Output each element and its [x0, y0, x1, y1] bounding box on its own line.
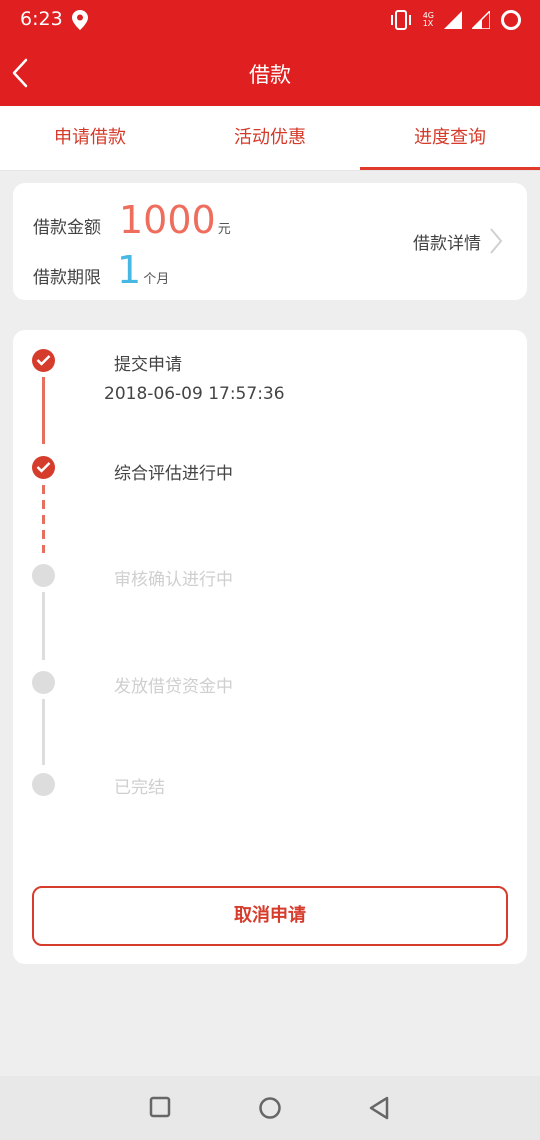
- network-type-bottom: 1X: [422, 19, 434, 28]
- step-evaluation-label: 综合评估进行中: [114, 464, 233, 484]
- tab-apply-loan[interactable]: 申请借款: [0, 106, 180, 170]
- tab-bar: 申请借款 活动优惠 进度查询: [0, 106, 540, 170]
- loan-term-value: 1: [117, 248, 142, 292]
- status-bar: 6:23 4G 1X: [0, 0, 540, 40]
- step-connector-dashed: [42, 485, 45, 553]
- step-submit-label: 提交申请: [114, 355, 182, 375]
- chevron-right-icon: [490, 228, 503, 254]
- step-pending-dot: [32, 671, 55, 694]
- vibrate-icon: [390, 10, 411, 30]
- status-time: 6:23: [20, 8, 63, 30]
- step-connector: [42, 377, 45, 444]
- loan-amount-row: 借款金额 1000 元: [33, 201, 231, 239]
- step-pending-dot: [32, 564, 55, 587]
- step-pending-dot: [32, 773, 55, 796]
- page-title: 借款: [249, 63, 291, 87]
- loan-term-unit: 个月: [143, 272, 170, 287]
- signal-weak-icon: [472, 11, 490, 29]
- signal-icon: [444, 11, 462, 29]
- tab-promotions[interactable]: 活动优惠: [180, 106, 360, 170]
- cancel-application-button[interactable]: 取消申请: [32, 886, 508, 946]
- status-indicators: 4G 1X: [389, 8, 522, 32]
- battery-ring-icon: [501, 10, 521, 30]
- loan-detail-link[interactable]: 借款详情: [413, 227, 503, 255]
- tab-progress-query[interactable]: 进度查询: [360, 106, 540, 170]
- step-disburse-label: 发放借贷资金中: [114, 677, 233, 697]
- step-completed-label: 已完结: [114, 778, 165, 798]
- location-pin-icon: [72, 10, 88, 30]
- loan-term-label: 借款期限: [33, 268, 101, 288]
- step-connector: [42, 699, 45, 765]
- step-connector: [42, 592, 45, 660]
- step-review-label: 审核确认进行中: [114, 570, 233, 590]
- loan-amount-value: 1000: [119, 198, 216, 242]
- loan-amount-label: 借款金额: [33, 218, 101, 238]
- loan-term-row: 借款期限 1 个月: [33, 251, 169, 289]
- system-nav-bar: [0, 1076, 540, 1140]
- network-type: 4G 1X: [423, 12, 434, 28]
- app-header: 借款: [0, 40, 540, 106]
- back-icon[interactable]: [368, 1096, 390, 1120]
- recent-apps-icon[interactable]: [149, 1096, 171, 1118]
- step-check-icon: [32, 349, 55, 372]
- home-icon[interactable]: [258, 1096, 282, 1120]
- loan-summary-card: 借款金额 1000 元 借款期限 1 个月 借款详情: [13, 183, 527, 300]
- loan-amount-unit: 元: [217, 222, 231, 237]
- loan-detail-label: 借款详情: [413, 233, 481, 254]
- step-submit-time: 2018-06-09 17:57:36: [104, 384, 285, 404]
- step-check-icon: [32, 456, 55, 479]
- progress-card: 提交申请 2018-06-09 17:57:36 综合评估进行中 审核确认进行中…: [13, 330, 527, 964]
